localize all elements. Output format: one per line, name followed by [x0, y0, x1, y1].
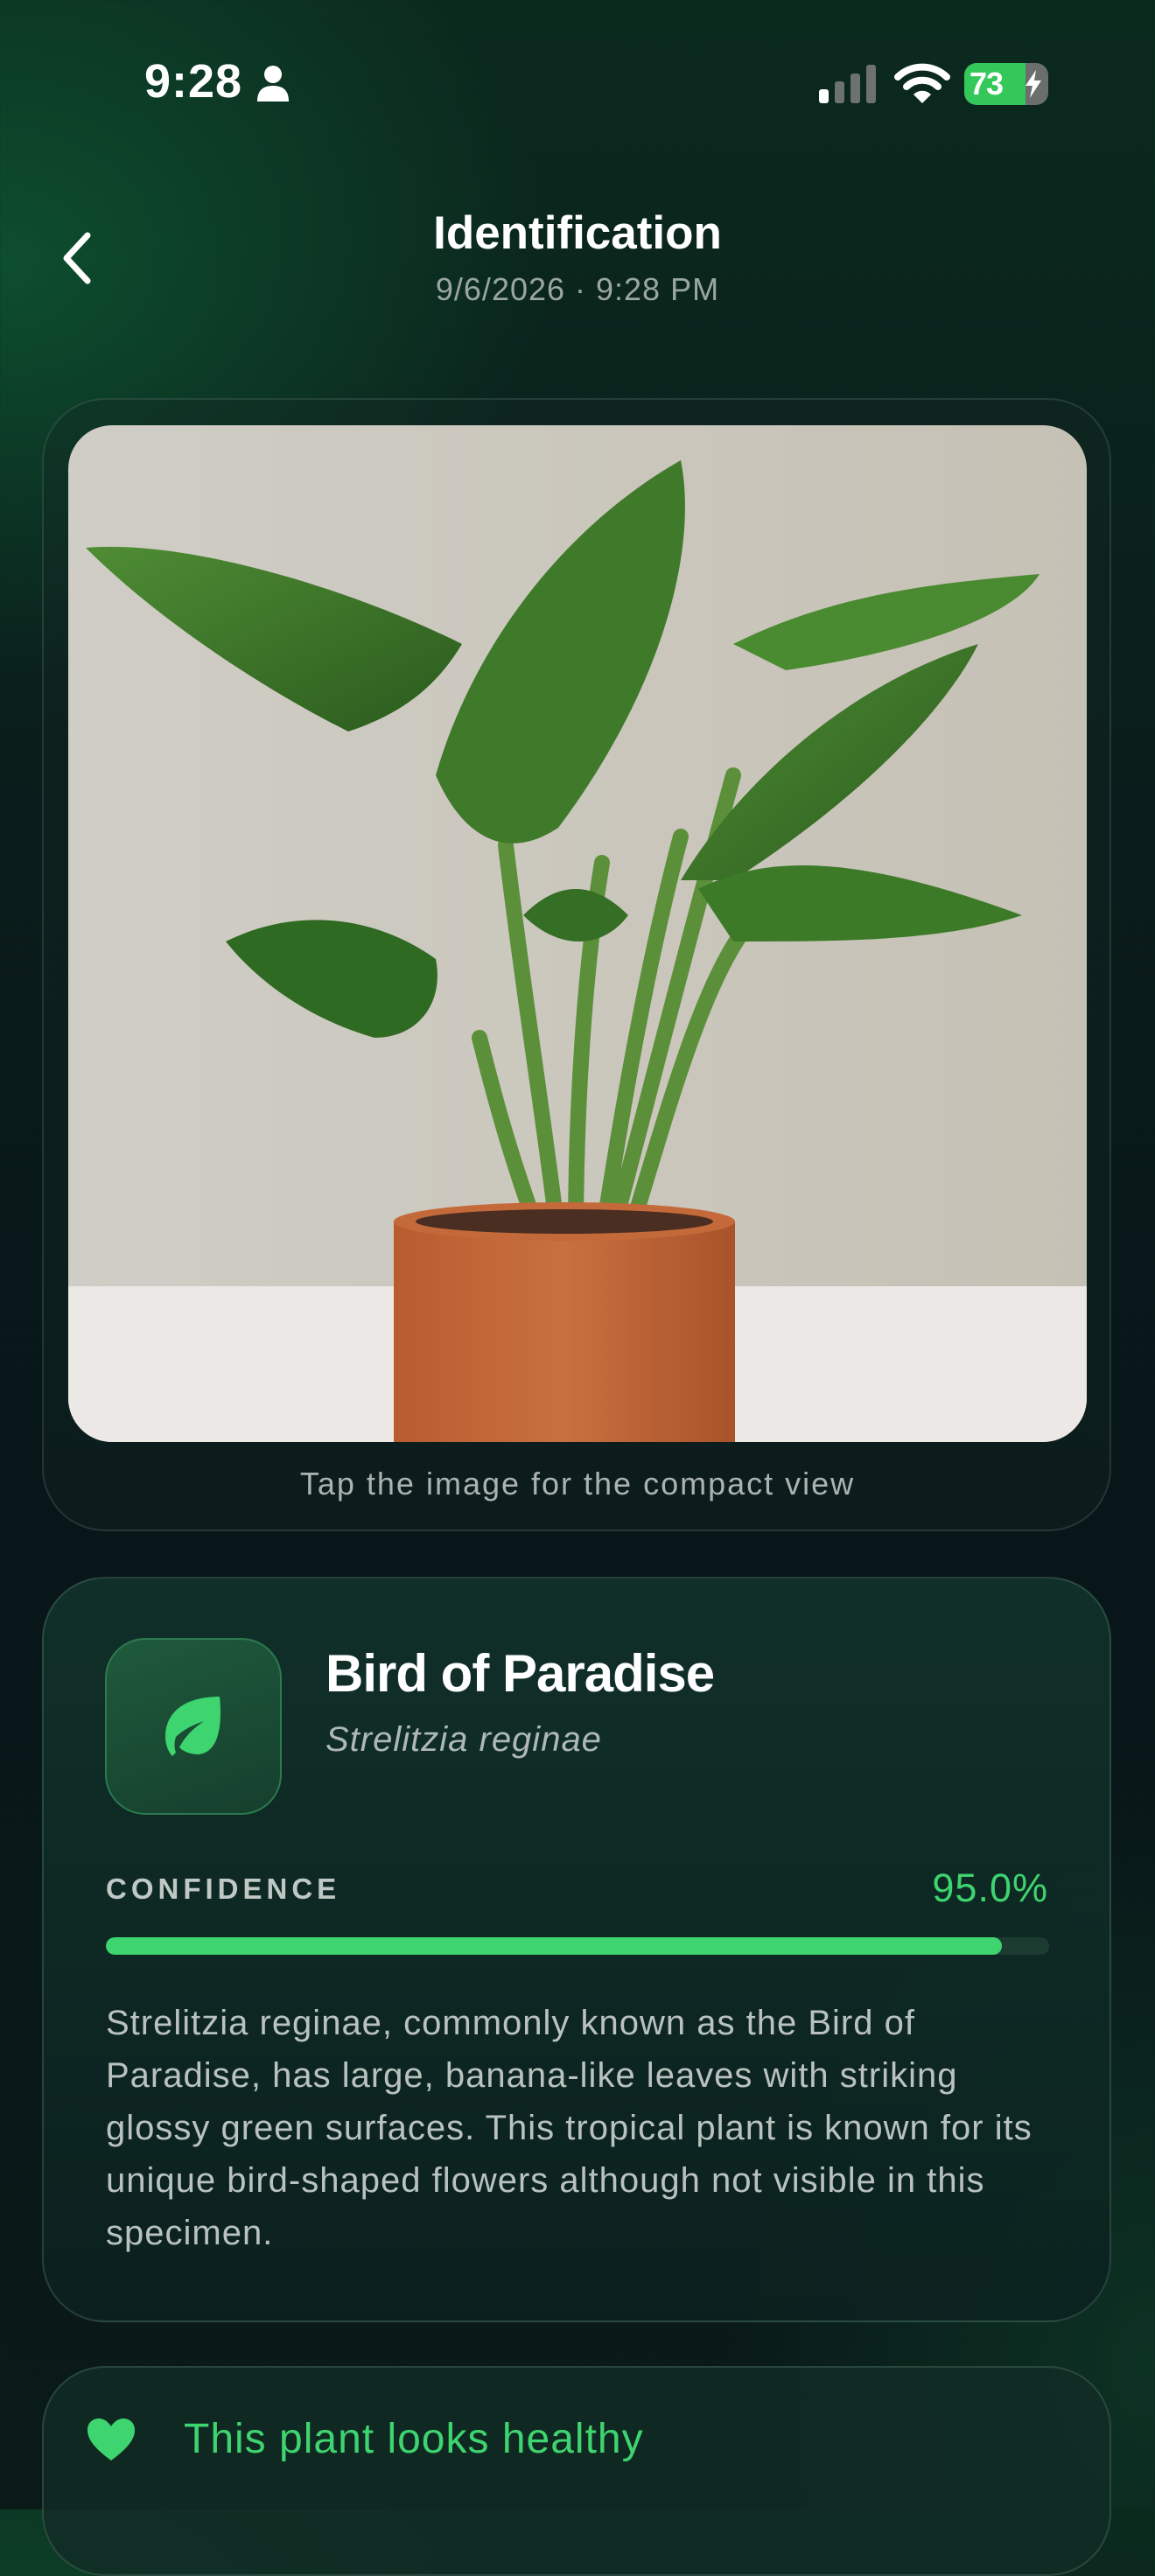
confidence-label: CONFIDENCE: [106, 1872, 341, 1905]
status-time: 9:28: [144, 55, 243, 108]
leaf-icon: [165, 1697, 220, 1756]
person-icon: [257, 66, 289, 102]
plant-badge: [105, 1638, 282, 1815]
confidence-bar-fill: [106, 1937, 1003, 1955]
health-status-text: This plant looks healthy: [184, 2416, 644, 2462]
page-title: Identification: [433, 207, 722, 259]
image-hint: Tap the image for the compact view: [299, 1466, 856, 1502]
plant-photo[interactable]: [68, 425, 1087, 1442]
plant-scientific-name: Strelitzia reginae: [326, 1720, 602, 1759]
health-status-card[interactable]: [42, 2366, 1111, 2576]
battery-indicator: 73: [964, 63, 1048, 105]
page-subtitle: 9/6/2026 · 9:28 PM: [435, 271, 720, 307]
heart-icon: [88, 2418, 135, 2460]
plant-common-name: Bird of Paradise: [326, 1644, 715, 1703]
confidence-value: 95.0%: [932, 1866, 1048, 1910]
wifi-icon: [894, 63, 950, 103]
bolt-icon: [1026, 70, 1041, 98]
confidence-bar: [106, 1937, 1049, 1955]
plant-description: Strelitzia reginae, commonly known as th…: [106, 2004, 1032, 2252]
battery-percent: 73: [970, 66, 1004, 102]
signal-icon: [819, 65, 876, 103]
